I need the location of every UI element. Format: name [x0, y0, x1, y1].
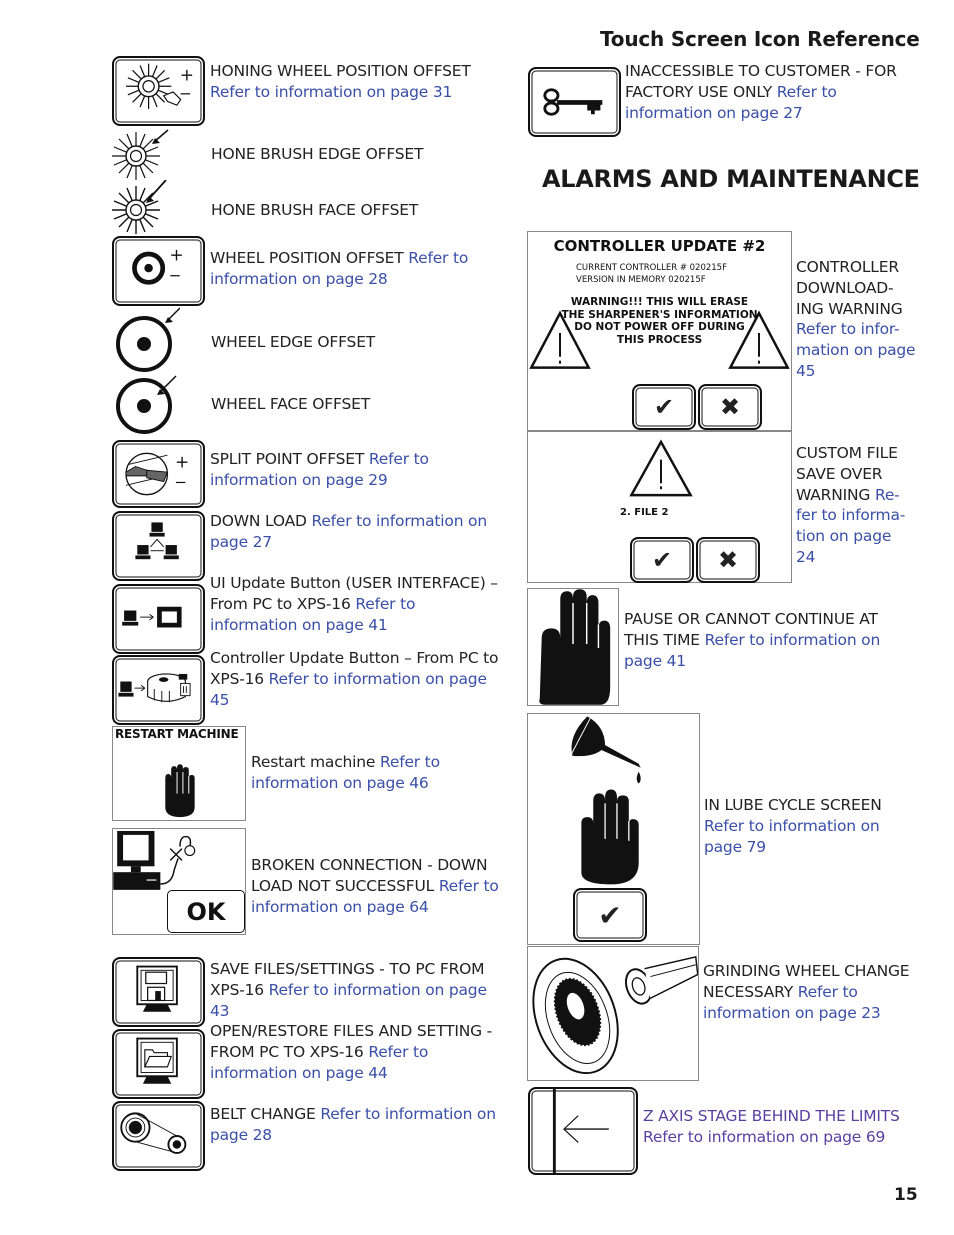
- check-icon: ✔: [598, 898, 622, 932]
- save-files-icon: [112, 957, 205, 1027]
- item-wheel-edge-offset: WHEEL EDGE OFFSET: [211, 332, 375, 353]
- item-grinding-wheel-change: GRINDING WHEEL CHANGE NECESSARY Refer to…: [703, 961, 928, 1023]
- ok-button: OK: [167, 890, 245, 933]
- belt-change-icon: [112, 1101, 205, 1171]
- z-axis-arrow-icon: [528, 1087, 638, 1175]
- honing-wheel-position-offset-icon: +: [112, 56, 205, 126]
- item-hone-brush-edge-offset: HONE BRUSH EDGE OFFSET: [211, 144, 423, 165]
- section-heading: ALARMS AND MAINTENANCE: [542, 165, 920, 193]
- wheel-position-offset-icon: +: [112, 236, 205, 306]
- item-controller-update: Controller Update Button – From PC to XP…: [210, 648, 505, 710]
- item-label: UI Update Button (USER INTERFACE) – From…: [210, 574, 498, 613]
- item-z-axis-behind-limits: Z AXIS STAGE BEHIND THE LIMITS Refer to …: [643, 1106, 933, 1148]
- stop-hand-icon: [581, 789, 639, 885]
- download-network-icon: [112, 511, 205, 581]
- check-icon: ✔: [651, 546, 673, 574]
- item-label: HONING WHEEL POSITION OFFSET: [210, 62, 471, 80]
- svg-text:+: +: [180, 66, 194, 86]
- page-reference-link[interactable]: Refer to information on page 31: [210, 83, 452, 101]
- item-wheel-position-offset: WHEEL POSITION OFFSET Refer to informati…: [210, 248, 510, 290]
- page-reference-link[interactable]: Refer to infor-mation on page 45: [796, 320, 916, 380]
- item-save-files: SAVE FILES/SETTINGS - TO PC FROM XPS-16 …: [210, 959, 510, 1021]
- item-factory-only: INACCESSIBLE TO CUSTOMER - FOR FACTORY U…: [625, 61, 920, 123]
- cross-icon: ✖: [719, 393, 741, 421]
- hone-brush-face-offset-icon: [110, 179, 170, 236]
- ui-update-icon: [112, 584, 205, 654]
- item-label: BELT CHANGE: [210, 1105, 316, 1123]
- item-label: IN LUBE CYCLE SCREEN: [704, 796, 882, 814]
- grinding-wheel-icon: [527, 946, 699, 1081]
- custom-file-save-warning-screen: 2. FILE 2 ✔ ✖: [527, 431, 792, 583]
- wheel-face-offset-icon: [110, 372, 180, 438]
- confirm-check-button: ✔: [630, 537, 694, 583]
- lube-cycle-screen: ✔: [527, 713, 700, 945]
- item-ui-update: UI Update Button (USER INTERFACE) – From…: [210, 573, 505, 635]
- page-number: 15: [894, 1185, 918, 1205]
- hone-brush-edge-offset-icon: [110, 128, 170, 184]
- stop-hand-icon: [527, 588, 619, 706]
- item-split-point-offset: SPLIT POINT OFFSET Refer to information …: [210, 449, 500, 491]
- item-pause: PAUSE OR CANNOT CONTINUE AT THIS TIME Re…: [624, 609, 914, 671]
- page-reference-link[interactable]: Refer to information on page 79: [704, 817, 880, 856]
- item-belt-change: BELT CHANGE Refer to information on page…: [210, 1104, 510, 1146]
- confirm-check-button: ✔: [573, 888, 647, 942]
- svg-text:+: +: [169, 246, 183, 266]
- item-wheel-face-offset: WHEEL FACE OFFSET: [211, 394, 370, 415]
- split-point-offset-icon: +: [112, 440, 205, 508]
- item-label: INACCESSIBLE TO CUSTOMER - FOR FACTORY U…: [625, 62, 897, 101]
- broken-connection-icon: OK: [112, 828, 246, 935]
- item-custom-file-save-warning: CUSTOM FILE SAVE OVER WARNING Re-fer to in…: [796, 443, 921, 568]
- item-lube-cycle: IN LUBE CYCLE SCREEN Refer to informatio…: [704, 795, 924, 857]
- item-broken-connection: BROKEN CONNECTION - DOWN LOAD NOT SUCCES…: [251, 855, 501, 917]
- item-controller-downloading-warning: CONTROLLER DOWNLOAD- ING WARNING Refer to…: [796, 257, 921, 382]
- stop-hand-icon: [165, 764, 195, 818]
- confirm-check-button: ✔: [632, 384, 696, 430]
- item-label: CONTROLLER DOWNLOAD- ING WARNING: [796, 258, 903, 318]
- item-restart-machine: Restart machine Refer to information on …: [251, 752, 501, 794]
- restart-machine-screen-icon: RESTART MACHINE: [112, 726, 246, 821]
- item-label: WHEEL EDGE OFFSET: [211, 333, 376, 351]
- item-download: DOWN LOAD Refer to information on page 2…: [210, 511, 505, 553]
- item-label: HONE BRUSH EDGE OFFSET: [211, 145, 424, 163]
- item-label: HONE BRUSH FACE OFFSET: [211, 201, 419, 219]
- page-title: Touch Screen Icon Reference: [600, 27, 920, 51]
- open-restore-files-icon: [112, 1029, 205, 1099]
- item-hone-brush-face-offset: HONE BRUSH FACE OFFSET: [211, 200, 418, 221]
- item-label: SPLIT POINT OFFSET: [210, 450, 365, 468]
- key-icon: [528, 67, 621, 137]
- svg-text:+: +: [175, 451, 189, 471]
- item-label: OPEN/RESTORE FILES AND SETTING - FROM PC…: [210, 1022, 493, 1061]
- item-open-restore-files: OPEN/RESTORE FILES AND SETTING - FROM PC…: [210, 1021, 510, 1083]
- controller-update-warning-screen: CONTROLLER UPDATE #2 CURRENT CONTROLLER …: [527, 231, 792, 431]
- item-label: Restart machine: [251, 753, 376, 771]
- item-label: WHEEL POSITION OFFSET: [210, 249, 404, 267]
- controller-update-icon: [112, 655, 205, 725]
- item-label: WHEEL FACE OFFSET: [211, 395, 370, 413]
- item-label: DOWN LOAD: [210, 512, 307, 530]
- cross-icon: ✖: [717, 546, 739, 574]
- item-label: Z AXIS STAGE BEHIND THE LIMITS: [643, 1107, 900, 1125]
- cancel-x-button: ✖: [696, 537, 760, 583]
- check-icon: ✔: [653, 393, 675, 421]
- wheel-edge-offset-icon: [110, 306, 181, 374]
- file-name-text: 2. FILE 2: [620, 507, 669, 518]
- item-honing-wheel-position-offset: HONING WHEEL POSITION OFFSET Refer to in…: [210, 61, 510, 103]
- page-reference-link[interactable]: Refer to information on page 69: [643, 1128, 885, 1146]
- cancel-x-button: ✖: [698, 384, 762, 430]
- oil-can-icon: [571, 716, 641, 784]
